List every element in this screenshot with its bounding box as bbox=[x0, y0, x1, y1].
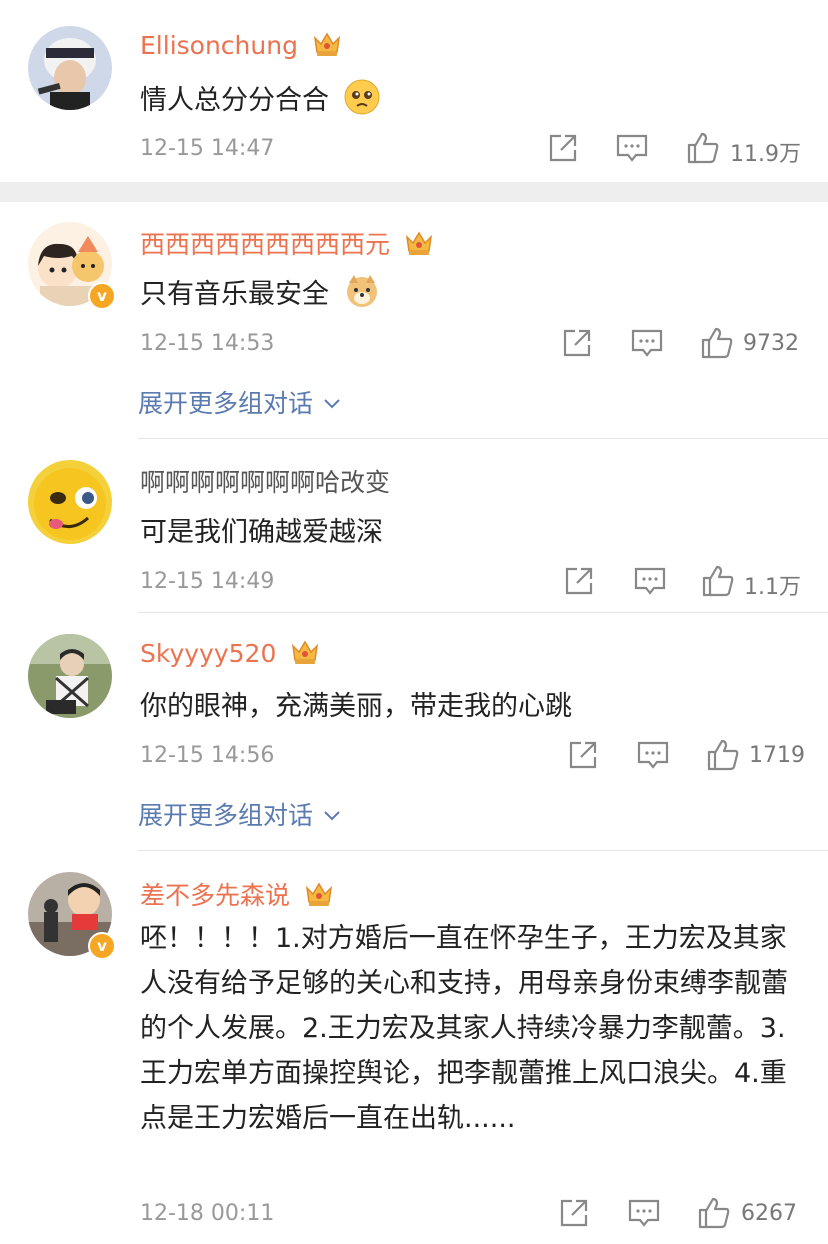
comment-icon[interactable] bbox=[636, 738, 670, 772]
avatar[interactable] bbox=[28, 634, 112, 718]
vip-crown-icon bbox=[313, 32, 340, 56]
vip-crown-icon bbox=[405, 231, 433, 255]
timestamp: 12-15 14:53 bbox=[140, 331, 275, 356]
comment-text: 情人总分分合合 bbox=[140, 78, 380, 117]
avatar[interactable] bbox=[28, 26, 112, 110]
chevron-down-icon bbox=[324, 811, 340, 821]
username[interactable]: 差不多先森说 bbox=[140, 876, 334, 912]
username[interactable]: Skyyyy520 bbox=[140, 638, 320, 668]
share-icon[interactable] bbox=[561, 326, 593, 360]
chevron-down-icon bbox=[324, 399, 340, 409]
divider bbox=[138, 850, 828, 851]
pleading-face-icon bbox=[344, 79, 380, 115]
avatar[interactable] bbox=[28, 460, 112, 544]
username[interactable]: 西西西西西西西西西元 bbox=[140, 225, 434, 261]
timestamp: 12-18 00:11 bbox=[140, 1201, 275, 1226]
like-icon[interactable] bbox=[700, 326, 734, 360]
expand-conversation-link[interactable]: 展开更多组对话 bbox=[138, 796, 341, 832]
like-icon[interactable] bbox=[686, 131, 720, 165]
divider bbox=[138, 612, 828, 613]
comment-list: Ellisonchung 情人总分分合合 12-15 14:47 11.9万 v… bbox=[0, 0, 828, 1244]
doge-icon bbox=[346, 275, 377, 307]
share-icon[interactable] bbox=[567, 738, 599, 772]
timestamp: 12-15 14:49 bbox=[140, 569, 275, 594]
like-count: 1719 bbox=[749, 743, 805, 768]
comment-text: 只有音乐最安全 bbox=[140, 272, 380, 311]
section-divider bbox=[0, 182, 828, 202]
comment-icon[interactable] bbox=[627, 1196, 661, 1230]
like-count: 9732 bbox=[743, 331, 799, 356]
divider bbox=[138, 438, 828, 439]
verified-badge: v bbox=[88, 282, 116, 310]
like-icon[interactable] bbox=[701, 564, 735, 598]
timestamp: 12-15 14:56 bbox=[140, 743, 275, 768]
like-icon[interactable] bbox=[697, 1196, 731, 1230]
verified-badge: v bbox=[88, 932, 116, 960]
comment-icon[interactable] bbox=[630, 326, 664, 360]
comment-text: 你的眼神，充满美丽，带走我的心跳 bbox=[140, 691, 572, 722]
share-icon[interactable] bbox=[558, 1196, 590, 1230]
comment-text: 呸！！！！1.对方婚后一直在怀孕生子，王力宏及其家人没有给予足够的关心和支持，用… bbox=[140, 923, 788, 1134]
username[interactable]: Ellisonchung bbox=[140, 30, 342, 60]
vip-crown-icon bbox=[292, 640, 319, 664]
vip-crown-icon bbox=[305, 882, 333, 906]
comment-icon[interactable] bbox=[615, 131, 649, 165]
share-icon[interactable] bbox=[547, 131, 579, 165]
like-icon[interactable] bbox=[706, 738, 740, 772]
comment-text: 可是我们确越爱越深 bbox=[140, 517, 383, 548]
expand-conversation-link[interactable]: 展开更多组对话 bbox=[138, 384, 341, 420]
like-count: 6267 bbox=[741, 1201, 797, 1226]
like-count: 11.9万 bbox=[730, 142, 801, 167]
timestamp: 12-15 14:47 bbox=[140, 136, 275, 161]
username[interactable]: 啊啊啊啊啊啊啊哈改变 bbox=[140, 463, 390, 499]
comment-icon[interactable] bbox=[633, 564, 667, 598]
share-icon[interactable] bbox=[563, 564, 595, 598]
like-count: 1.1万 bbox=[744, 575, 801, 600]
